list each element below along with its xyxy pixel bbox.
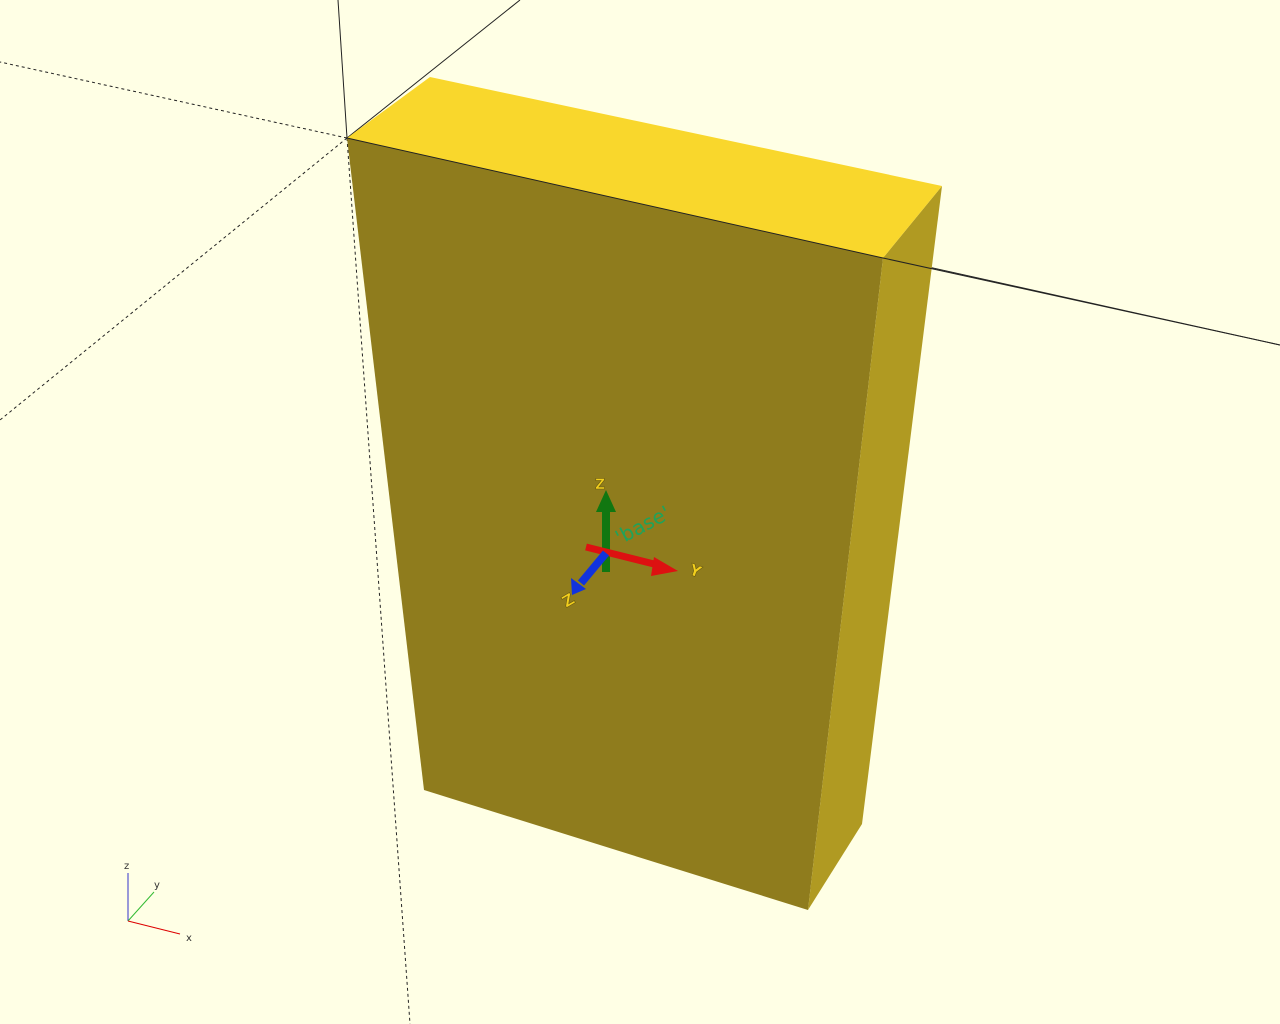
axis-line-solid-up bbox=[337, 0, 348, 139]
axes-indicator-x-line bbox=[127, 920, 181, 935]
axes-indicator-y-line bbox=[127, 891, 155, 922]
axes-indicator-z-label: z bbox=[124, 861, 129, 872]
anchor-tip-label-up: Z bbox=[595, 477, 605, 493]
scene-canvas[interactable]: Y Z Z 'base' z y x bbox=[0, 0, 1280, 1024]
box-front-face[interactable] bbox=[347, 138, 883, 910]
axes-indicator-x-label: x bbox=[186, 933, 192, 944]
axis-line-dashed-sw bbox=[0, 137, 348, 421]
axes-indicator-y-label: y bbox=[154, 880, 160, 891]
box-model[interactable] bbox=[346, 77, 1280, 910]
axis-line-overlay bbox=[882, 257, 1280, 346]
3d-viewport[interactable]: Y Z Z 'base' z y x bbox=[0, 0, 1280, 1024]
axis-line-dashed-w bbox=[0, 61, 348, 139]
axes-indicator: z y x bbox=[124, 861, 192, 944]
